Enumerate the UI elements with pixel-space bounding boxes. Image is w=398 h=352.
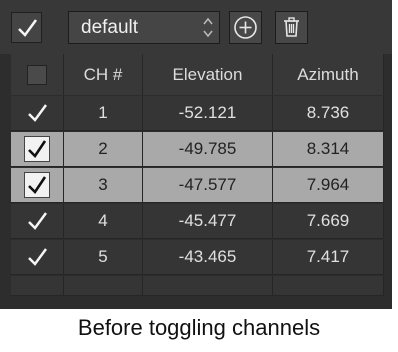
row-checkbox[interactable] (24, 172, 50, 198)
checkmark-icon (28, 140, 47, 159)
row-checkbox-cell (11, 276, 64, 296)
row-checkbox-cell[interactable] (11, 96, 64, 131)
checkmark-icon[interactable] (24, 208, 50, 234)
plus-circle-icon (234, 16, 257, 39)
azimuth-cell[interactable]: 7.417 (273, 240, 384, 275)
elevation-cell[interactable]: -45.477 (143, 204, 273, 239)
azimuth-cell[interactable]: 7.964 (273, 168, 384, 203)
table-row[interactable]: 4 -45.477 7.669 (11, 204, 384, 240)
ch-cell: 1 (64, 96, 143, 131)
elevation-cell[interactable]: -47.577 (143, 168, 273, 203)
ch-cell: 3 (64, 168, 143, 203)
table-row[interactable]: 3 -47.577 7.964 (11, 168, 384, 204)
ch-cell: 4 (64, 204, 143, 239)
header-ch[interactable]: CH # (64, 54, 143, 95)
azimuth-cell[interactable]: 8.314 (273, 132, 384, 167)
elevation-cell[interactable]: -52.121 (143, 96, 273, 131)
elevation-cell[interactable]: -49.785 (143, 132, 273, 167)
azimuth-cell[interactable]: 7.669 (273, 204, 384, 239)
checkmark-icon (28, 176, 47, 195)
ch-cell: 5 (64, 240, 143, 275)
channel-panel: default CH # Elevation Azimuth 1 -52.121… (0, 0, 392, 309)
table-row[interactable]: 2 -49.785 8.314 (11, 132, 384, 168)
ch-cell (64, 276, 143, 296)
toolbar: default (0, 0, 392, 54)
row-checkbox-cell[interactable] (11, 132, 64, 167)
checkmark-icon (18, 19, 38, 37)
table-header: CH # Elevation Azimuth (11, 54, 384, 96)
preset-value: default (81, 17, 139, 38)
preset-select[interactable]: default (68, 11, 220, 44)
row-checkbox-cell[interactable] (11, 240, 64, 275)
checkmark-icon[interactable] (24, 100, 50, 126)
row-checkbox-cell[interactable] (11, 168, 64, 203)
azimuth-cell (273, 276, 384, 296)
trash-icon (284, 17, 299, 37)
checkmark-icon[interactable] (24, 244, 50, 270)
elevation-cell[interactable]: -43.465 (143, 240, 273, 275)
elevation-cell (143, 276, 273, 296)
header-checkbox[interactable] (27, 64, 47, 85)
select-all-toggle[interactable] (11, 12, 42, 43)
row-checkbox[interactable] (24, 136, 50, 162)
add-preset-button[interactable] (229, 11, 262, 44)
table-row[interactable]: 5 -43.465 7.417 (11, 240, 384, 276)
header-checkbox-cell[interactable] (11, 54, 64, 95)
header-elevation[interactable]: Elevation (143, 54, 273, 95)
ch-cell: 2 (64, 132, 143, 167)
spinner-arrows-icon[interactable] (201, 15, 215, 40)
header-azimuth[interactable]: Azimuth (273, 54, 384, 95)
table-row-partial (11, 276, 384, 296)
table-row[interactable]: 1 -52.121 8.736 (11, 96, 384, 132)
row-checkbox-cell[interactable] (11, 204, 64, 239)
azimuth-cell[interactable]: 8.736 (273, 96, 384, 131)
delete-preset-button[interactable] (275, 11, 308, 44)
figure-caption: Before toggling channels (77, 315, 321, 340)
